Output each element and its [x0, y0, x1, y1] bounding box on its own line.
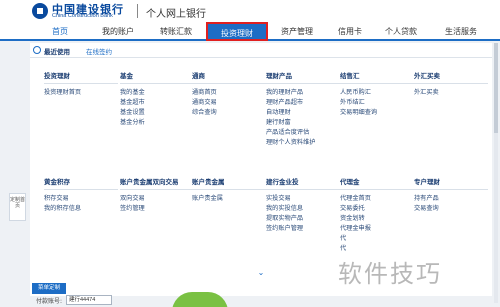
menu-link[interactable]: 代理金申报: [340, 224, 414, 234]
menu-link[interactable]: 代: [340, 244, 414, 254]
menu-column: 投资理财投资理财首页: [44, 70, 118, 98]
menu-link[interactable]: 签约管理: [120, 204, 194, 214]
sub-bar: 最近使用 在线签约: [30, 43, 492, 58]
menu-column-title[interactable]: 账户贵金属双向交易: [120, 176, 194, 190]
nav-home[interactable]: 首页: [52, 26, 68, 37]
menu-column-title[interactable]: 账户贵金属: [192, 176, 266, 190]
menu-column-title[interactable]: 理财产品: [266, 70, 340, 84]
menu-link[interactable]: 双向交易: [120, 194, 194, 204]
menu-link[interactable]: 代: [340, 234, 414, 244]
menu-column-title[interactable]: 通商: [192, 70, 266, 84]
watermark: 软件技巧: [338, 260, 442, 288]
menu-column: 账户贵金属 账户贵金属: [192, 176, 266, 204]
menu-link[interactable]: 交易明细查询: [340, 108, 414, 118]
site-name: 个人网上银行: [146, 9, 206, 20]
nav-life-services[interactable]: 生活服务: [445, 26, 477, 37]
menu-column: 理财产品我的理财产品 理财产品超市 自动理财 建行财富 产品适合度评估 理财个人资料维护: [266, 70, 340, 148]
account-label: 付款账号:: [36, 298, 63, 305]
menu-link[interactable]: 基金分析: [120, 118, 194, 128]
menu-link[interactable]: 外汇买卖: [414, 88, 488, 98]
recent-used-tab[interactable]: 最近使用: [44, 46, 70, 56]
menu-column: 代理金 代理金首页 交易委托 资金划转 代理金申报代代: [340, 176, 414, 254]
menu-link[interactable]: 我的理财产品: [266, 88, 340, 98]
menu-link[interactable]: 提取实物产品: [266, 214, 340, 224]
menu-link[interactable]: 资金划转: [340, 214, 414, 224]
menu-link[interactable]: 建行财富: [266, 118, 340, 128]
nav-credit-card[interactable]: 信用卡: [338, 26, 362, 37]
menu-link[interactable]: 我的积存信息: [44, 204, 118, 214]
nav-my-accounts[interactable]: 我的账户: [102, 26, 134, 37]
expand-chevron-icon[interactable]: ⌄: [256, 269, 266, 277]
menu-link[interactable]: 积存交易: [44, 194, 118, 204]
menu-column-title[interactable]: 建行金业投: [266, 176, 340, 190]
menu-link[interactable]: 通商交易: [192, 98, 266, 108]
menu-link[interactable]: 基金超市: [120, 98, 194, 108]
menu-column-title[interactable]: 代理金: [340, 176, 414, 190]
menu-link[interactable]: 自动理财: [266, 108, 340, 118]
menu-link[interactable]: 代理金首页: [340, 194, 414, 204]
menu-link[interactable]: 交易查询: [414, 204, 488, 214]
customize-homepage-tab[interactable]: 定制首页: [9, 193, 26, 221]
menu-link[interactable]: 持有产品: [414, 194, 488, 204]
menu-link[interactable]: 理财个人资料维护: [266, 138, 340, 148]
online-signing-link[interactable]: 在线签约: [86, 46, 112, 56]
bank-name-en: China Construction Bank: [52, 13, 113, 19]
menu-column: 结售汇人民币购汇 外币结汇 交易明细查询: [340, 70, 414, 118]
menu-link[interactable]: 产品适合度评估: [266, 128, 340, 138]
menu-column: 外汇买卖 外汇买卖: [414, 70, 488, 98]
menu-link[interactable]: 通商首页: [192, 88, 266, 98]
menu-column: 基金我的基金 基金超市 基金设置 基金分析: [120, 70, 194, 128]
menu-column-title[interactable]: 黄金积存: [44, 176, 118, 190]
menu-column-title[interactable]: 基金: [120, 70, 194, 84]
menu-link[interactable]: 投资理财首页: [44, 88, 118, 98]
menu-link[interactable]: 我的实投信息: [266, 204, 340, 214]
menu-column: 专户理财持有产品 交易查询: [414, 176, 488, 214]
menu-column-title[interactable]: 专户理财: [414, 176, 488, 190]
menu-column: 通商通商首页 通商交易 综合查询: [192, 70, 266, 118]
menu-link[interactable]: 人民币购汇: [340, 88, 414, 98]
main-nav: 首页 我的账户 转账汇款 投资理财 资产管理 信用卡 个人贷款 生活服务: [0, 22, 500, 41]
menu-column: 黄金积存积存交易 我的积存信息: [44, 176, 118, 214]
customize-homepage-label: 定制首页: [10, 197, 26, 209]
nav-personal-loan[interactable]: 个人贷款: [385, 26, 417, 37]
page: 中国建设银行 China Construction Bank 个人网上银行 首页…: [0, 0, 500, 307]
menu-link[interactable]: 外币结汇: [340, 98, 414, 108]
menu-column: 建行金业投实投交易 我的实投信息 提取实物产品 签约账户管理: [266, 176, 340, 234]
menu-column: 账户贵金属双向交易双向交易 签约管理: [120, 176, 194, 214]
menu-customize-button[interactable]: 菜单定制: [32, 283, 66, 294]
menu-link[interactable]: 基金设置: [120, 108, 194, 118]
menu-column-title[interactable]: 投资理财: [44, 70, 118, 84]
menu-link[interactable]: 交易委托: [340, 204, 414, 214]
scrollbar-thumb[interactable]: [494, 43, 498, 133]
account-select[interactable]: 建行44474: [66, 295, 112, 305]
ccb-logo-icon[interactable]: [32, 3, 48, 19]
menu-link[interactable]: 签约账户管理: [266, 224, 340, 234]
clock-icon: [33, 46, 41, 54]
menu-link[interactable]: 实投交易: [266, 194, 340, 204]
menu-column-title[interactable]: 外汇买卖: [414, 70, 488, 84]
header-divider: [137, 4, 138, 18]
menu-link[interactable]: 账户贵金属: [192, 194, 266, 204]
menu-link[interactable]: 综合查询: [192, 108, 266, 118]
menu-column-title[interactable]: 结售汇: [340, 70, 414, 84]
nav-transfer[interactable]: 转账汇款: [160, 26, 192, 37]
menu-link[interactable]: 我的基金: [120, 88, 194, 98]
menu-link[interactable]: 理财产品超市: [266, 98, 340, 108]
nav-investment[interactable]: 投资理财: [206, 22, 268, 41]
header: 中国建设银行 China Construction Bank 个人网上银行: [0, 0, 500, 22]
nav-asset-management[interactable]: 资产管理: [281, 26, 313, 37]
